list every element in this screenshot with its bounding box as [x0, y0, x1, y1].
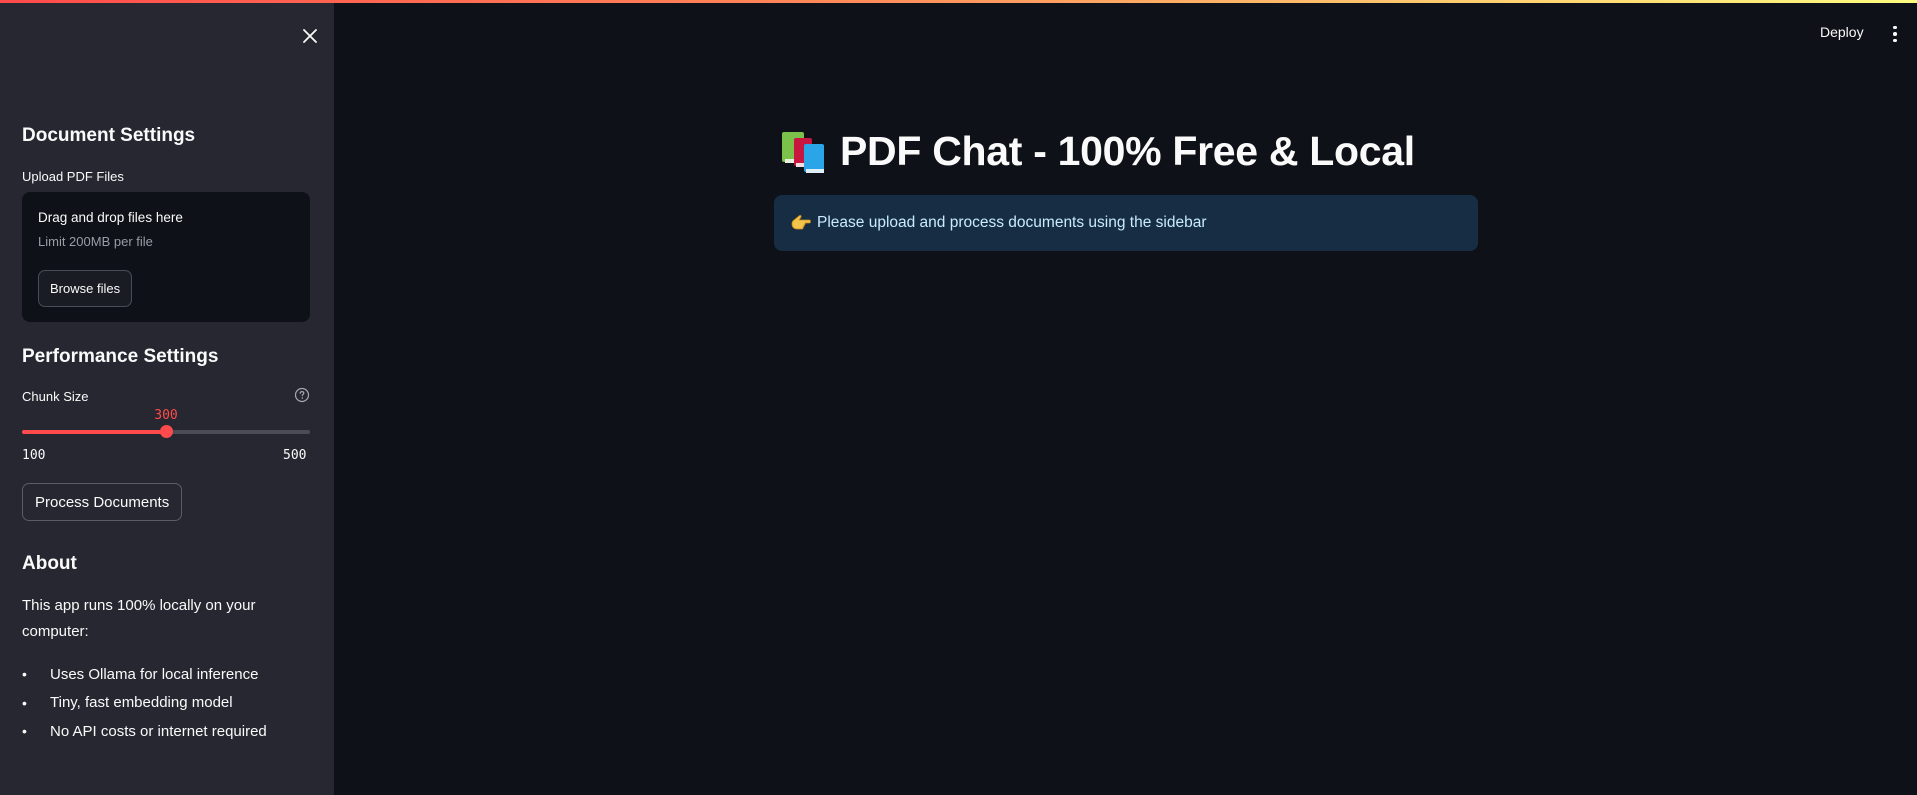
bullet: •	[22, 694, 27, 711]
close-icon	[303, 29, 317, 43]
pointing-hand-emoji-icon	[791, 215, 811, 230]
list-item: • Uses Ollama for local inference	[22, 660, 267, 689]
kebab-menu-icon	[1893, 32, 1897, 36]
performance-settings-heading: Performance Settings	[22, 346, 219, 367]
slider-min-label: 100	[22, 448, 46, 463]
sidebar: Document Settings Upload PDF Files Drag …	[0, 0, 334, 795]
info-alert: Please upload and process documents usin…	[774, 195, 1478, 251]
deploy-button[interactable]: Deploy	[1820, 24, 1864, 40]
browse-files-button[interactable]: Browse files	[38, 270, 133, 307]
sidebar-close-button[interactable]	[298, 24, 322, 48]
books-emoji-icon	[782, 132, 824, 173]
info-message: Please upload and process documents usin…	[817, 214, 1207, 231]
dropzone-limit: Limit 200MB per file	[38, 234, 153, 249]
about-text: This app runs 100% locally on your compu…	[22, 597, 256, 640]
list-item: • No API costs or internet required	[22, 717, 267, 746]
about-list: • Uses Ollama for local inference • Tiny, …	[22, 660, 267, 746]
dropzone-title: Drag and drop files here	[38, 210, 183, 225]
about-item-text: Tiny, fast embedding model	[50, 694, 233, 712]
document-settings-heading: Document Settings	[22, 125, 196, 146]
page-title-text: PDF Chat - 100% Free & Local	[840, 127, 1415, 174]
kebab-menu-icon	[1893, 38, 1897, 43]
bullet: •	[22, 666, 27, 683]
about-item-text: No API costs or internet required	[50, 722, 267, 740]
about-item-text: Uses Ollama for local inference	[50, 665, 259, 683]
file-dropzone[interactable]: Drag and drop files here Limit 200MB per…	[22, 192, 310, 322]
slider-current-value-text: 300	[154, 408, 178, 423]
slider-max-label: 500	[283, 448, 307, 463]
main-menu-button[interactable]	[1887, 24, 1903, 44]
help-circle-icon[interactable]	[294, 387, 310, 403]
top-decoration-bar	[0, 0, 1917, 3]
chunk-size-slider[interactable]	[22, 425, 310, 438]
list-item: • Tiny, fast embedding model	[22, 689, 267, 718]
process-documents-button[interactable]: Process Documents	[22, 483, 183, 521]
upload-label: Upload PDF Files	[22, 169, 124, 184]
about-heading: About	[22, 553, 77, 574]
kebab-menu-icon	[1893, 25, 1897, 30]
slider-thumb[interactable]	[160, 425, 173, 438]
bullet: •	[22, 723, 27, 740]
chunk-size-label: Chunk Size	[22, 389, 89, 404]
page-title: PDF Chat - 100% Free & Local	[780, 124, 1415, 178]
slider-fill	[22, 430, 166, 434]
